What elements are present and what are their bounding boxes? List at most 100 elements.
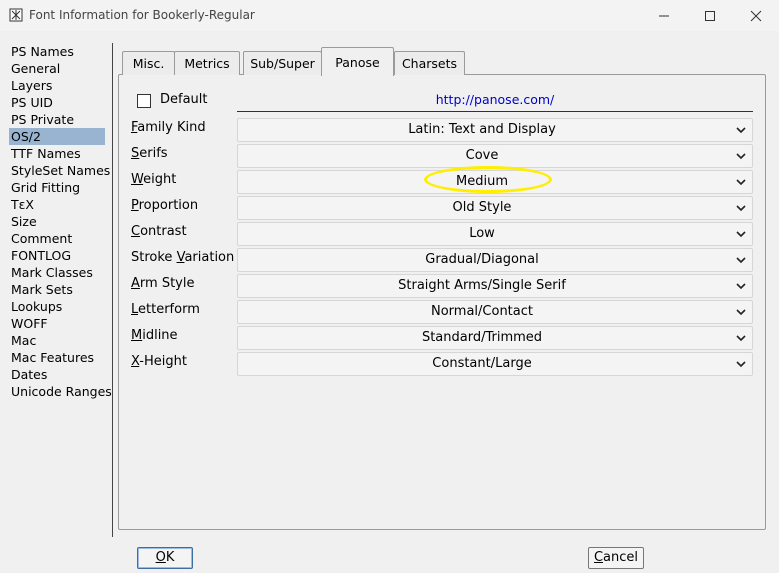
dropdown-value: Normal/Contact [431,304,533,319]
sidebar-item[interactable]: Mac [9,332,109,349]
panose-dropdown[interactable]: Medium [237,170,753,194]
panose-dropdown[interactable]: Low [237,222,753,246]
chevron-down-icon [736,205,746,212]
field-label-rest: idline [142,328,178,343]
chevron-down-icon [736,127,746,134]
tab-sub-super[interactable]: Sub/Super [243,51,322,75]
sidebar-item[interactable]: General [9,60,109,77]
sidebar-item[interactable]: PS UID [9,94,109,111]
chevron-down-icon [736,179,746,186]
panose-dropdown[interactable]: Cove [237,144,753,168]
dropdown-value: Straight Arms/Single Serif [398,278,566,293]
sidebar-item[interactable]: Comment [9,230,109,247]
field-label-mnemonic: L [131,302,139,317]
minimize-button[interactable] [641,0,687,31]
sidebar-item[interactable]: Grid Fitting [9,179,109,196]
field-label-mnemonic: A [131,276,140,291]
sidebar-item[interactable]: WOFF [9,315,109,332]
panose-dropdown[interactable]: Gradual/Diagonal [237,248,753,272]
sidebar-item[interactable]: Unicode Ranges [9,383,112,400]
panose-dropdown[interactable]: Constant/Large [237,352,753,376]
sidebar-divider[interactable] [112,43,113,537]
minimize-icon [659,15,669,17]
ok-button[interactable]: OK [137,547,193,569]
field-label-mnemonic: M [131,328,143,343]
panose-dropdown[interactable]: Old Style [237,196,753,220]
dropdown-value: Old Style [452,200,512,215]
sidebar-item[interactable]: Mac Features [9,349,109,366]
ok-mnemonic: O [155,550,166,565]
field-label: X-Height [131,354,187,369]
chevron-down-icon [736,153,746,160]
sidebar-item[interactable]: PS Private [9,111,109,128]
sidebar-item[interactable]: Dates [9,366,109,383]
cancel-button[interactable]: Cancel [588,547,644,569]
ok-label-rest: K [165,550,175,565]
field-label-mnemonic: P [131,198,139,213]
dropdown-value: Constant/Large [432,356,532,371]
tab-misc[interactable]: Misc. [122,51,175,75]
maximize-button[interactable] [687,0,733,31]
field-label-rest: ontrast [140,224,187,239]
field-label-rest: erifs [139,146,168,161]
sidebar-item[interactable]: TεX [9,196,109,213]
field-label-rest: roportion [138,198,199,213]
chevron-down-icon [736,257,746,264]
chevron-down-icon [736,361,746,368]
panose-dropdown[interactable]: Straight Arms/Single Serif [237,274,753,298]
sidebar-item[interactable]: OS/2 [9,128,105,145]
dropdown-value: Latin: Text and Display [408,122,556,137]
dropdown-value: Standard/Trimmed [421,330,543,345]
field-label-rest: -Height [139,354,187,369]
sidebar-item[interactable]: Mark Classes [9,264,109,281]
dropdown-value: Gradual/Diagonal [425,252,539,267]
sidebar-item[interactable]: Layers [9,77,109,94]
category-list: PS Names General Layers PS UID PS Private OS/… [9,43,112,400]
field-label: Stroke Variation [131,250,234,265]
panose-dropdown[interactable]: Standard/Trimmed [237,326,753,350]
field-label-mnemonic: C [131,224,141,239]
close-icon [750,10,762,22]
field-label-prefix: Stroke [131,250,177,265]
panose-dropdown[interactable]: Normal/Contact [237,300,753,324]
field-label-mnemonic: W [131,172,144,187]
field-label: Midline [131,328,178,343]
field-label: Weight [131,172,176,187]
close-button[interactable] [733,0,779,31]
dropdown-value: Medium [456,174,508,189]
tab-metrics[interactable]: Metrics [174,51,240,75]
field-label-rest: eight [143,172,177,187]
sidebar-item[interactable]: Size [9,213,109,230]
sidebar-item[interactable]: FONTLOG [9,247,109,264]
sidebar-item[interactable]: StyleSet Names [9,162,110,179]
panose-dropdown[interactable]: Latin: Text and Display [237,118,753,142]
field-label: Arm Style [131,276,194,291]
field-label: Contrast [131,224,187,239]
sidebar-item[interactable]: Mark Sets [9,281,109,298]
field-label-rest: amily Kind [137,120,206,135]
sidebar-item[interactable]: PS Names [9,43,109,60]
chevron-down-icon [736,335,746,342]
field-label: Proportion [131,198,198,213]
dropdown-value: Low [469,226,495,241]
dropdown-value: Cove [465,148,499,163]
cancel-label-rest: ancel [603,550,639,565]
chevron-down-icon [736,309,746,316]
field-label-rest: rm Style [139,276,195,291]
field-label: Serifs [131,146,168,161]
title-bar: Font Information for Bookerly-Regular [0,0,779,31]
chevron-down-icon [736,283,746,290]
sidebar-item[interactable]: Lookups [9,298,109,315]
default-checkbox[interactable] [137,94,151,108]
sidebar-item[interactable]: TTF Names [9,145,109,162]
field-label-rest: etterform [138,302,200,317]
field-label: Letterform [131,302,200,317]
tab-charsets[interactable]: Charsets [394,51,465,75]
field-label: Family Kind [131,120,206,135]
tab-panose[interactable]: Panose [321,47,394,76]
cancel-mnemonic: C [593,550,604,565]
maximize-icon [705,11,715,21]
chevron-down-icon [736,231,746,238]
panose-link[interactable]: http://panose.com/ [237,92,753,112]
app-icon [9,8,23,22]
